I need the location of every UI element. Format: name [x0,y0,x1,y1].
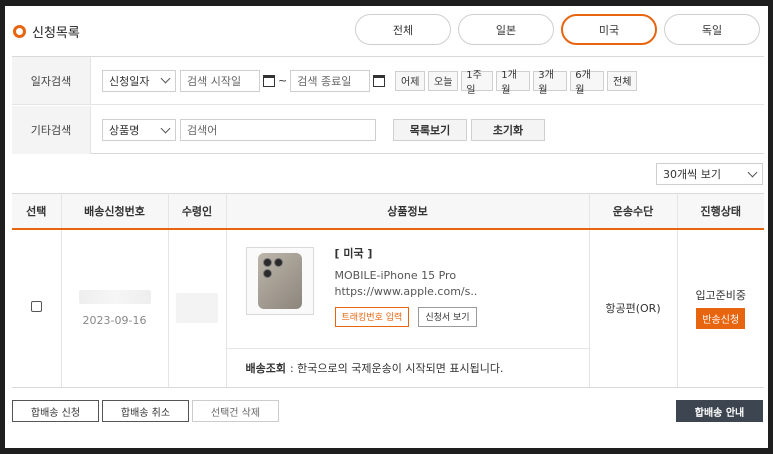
date-range-tilde: ~ [278,74,288,87]
tab-usa[interactable]: 미국 [561,14,657,45]
calendar-icon[interactable] [373,74,386,87]
col-status: 진행상태 [677,193,764,230]
col-recipient: 수령인 [168,193,227,230]
page-title: 신청목록 [13,22,80,41]
keyword-input[interactable]: 검색어 [180,119,376,141]
tracking-text: : 한국으로의 국제운송이 시작되면 표시됩니다. [289,361,504,375]
country-tabs: 전체 일본 미국 독일 [355,14,767,45]
chevron-down-icon [160,123,171,133]
tab-japan[interactable]: 일본 [458,14,554,45]
list-view-button[interactable]: 목록보기 [393,119,467,141]
date-search-row: 일자검색 신청일자 검색 시작일 ~ 검색 종료일 어제 오늘 1주일 1개월 … [12,57,764,105]
etc-search-label: 기타검색 [12,106,91,154]
etc-search-row: 기타검색 상품명 검색어 목록보기 초기화 [12,106,764,154]
period-yesterday-button[interactable]: 어제 [395,70,426,91]
view-form-button[interactable]: 신청서 보기 [418,306,477,327]
order-number-redacted [78,289,151,304]
chevron-down-icon [747,167,758,177]
product-name: MOBILE-iPhone 15 Pro [334,268,457,282]
iphone-image [257,252,302,309]
period-all-button[interactable]: 전체 [607,70,638,91]
product-url[interactable]: https://www.apple.com/s.. [335,284,478,300]
chevron-down-icon [160,73,171,84]
tracking-info: 배송조회 : 한국으로의 국제운송이 시작되면 표시됩니다. [226,347,590,387]
title-bullet-icon [13,25,26,38]
search-filter: 일자검색 신청일자 검색 시작일 ~ 검색 종료일 어제 오늘 1주일 1개월 … [12,56,764,154]
period-1month-button[interactable]: 1개월 [496,70,531,96]
tracking-number-button[interactable]: 트래킹번호 입력 [334,306,410,327]
etc-type-value: 상품명 [109,124,140,137]
combine-request-button[interactable]: 합배송 신청 [12,400,99,422]
col-product-info: 상품정보 [226,193,590,230]
etc-type-select[interactable]: 상품명 [102,119,176,141]
date-search-label: 일자검색 [12,57,91,104]
table-row: 2023-09-16 [ 미국 ] MOBILE-iPhone 15 Pro h… [12,228,764,388]
status-cell: 입고준비중 반송신청 [677,228,764,388]
order-date: 2023-09-16 [82,313,147,327]
product-thumbnail[interactable] [245,246,314,315]
per-page-value: 30개씩 보기 [663,168,721,181]
product-country: [ 미국 ] [334,246,373,260]
delete-selected-button[interactable]: 선택건 삭제 [192,400,279,422]
calendar-icon[interactable] [263,74,275,87]
start-date-input[interactable]: 검색 시작일 [180,69,260,92]
recipient-cell [168,228,227,388]
date-type-select[interactable]: 신청일자 [102,69,176,92]
end-date-input[interactable]: 검색 종료일 [290,69,371,92]
tab-all[interactable]: 전체 [355,14,451,45]
date-type-value: 신청일자 [109,74,150,88]
col-transport: 운송수단 [589,193,678,230]
period-6month-button[interactable]: 6개월 [570,70,605,96]
order-number-cell: 2023-09-16 [61,228,169,388]
page-title-text: 신청목록 [32,26,80,41]
per-page-select[interactable]: 30개씩 보기 [656,163,763,185]
col-order-number: 배송신청번호 [61,193,169,230]
reset-button[interactable]: 초기화 [471,119,545,141]
status-text: 입고준비중 [695,289,747,302]
select-cell [12,228,62,388]
combine-cancel-button[interactable]: 합배송 취소 [102,400,189,422]
product-details: [ 미국 ] MOBILE-iPhone 15 Pro https://www.… [334,245,478,327]
tab-germany[interactable]: 독일 [664,14,760,45]
col-select: 선택 [12,193,62,230]
period-3month-button[interactable]: 3개월 [533,70,568,96]
transport-cell: 항공편(OR) [589,228,678,388]
bottom-actions: 합배송 신청 합배송 취소 선택건 삭제 [12,400,282,422]
tracking-label: 배송조회 [245,361,286,375]
return-request-button[interactable]: 반송신청 [696,308,746,329]
product-info-cell: [ 미국 ] MOBILE-iPhone 15 Pro https://www.… [226,228,590,388]
row-checkbox[interactable] [30,301,42,312]
period-today-button[interactable]: 오늘 [428,70,459,91]
combine-guide-button[interactable]: 합배송 안내 [676,400,763,422]
recipient-redacted [176,293,218,323]
order-table: 선택 배송신청번호 수령인 상품정보 운송수단 진행상태 2023-09-16 [12,193,764,388]
order-list-panel: 신청목록 전체 일본 미국 독일 일자검색 신청일자 검색 시작일 ~ 검색 종… [5,6,768,448]
period-1week-button[interactable]: 1주일 [461,70,494,96]
